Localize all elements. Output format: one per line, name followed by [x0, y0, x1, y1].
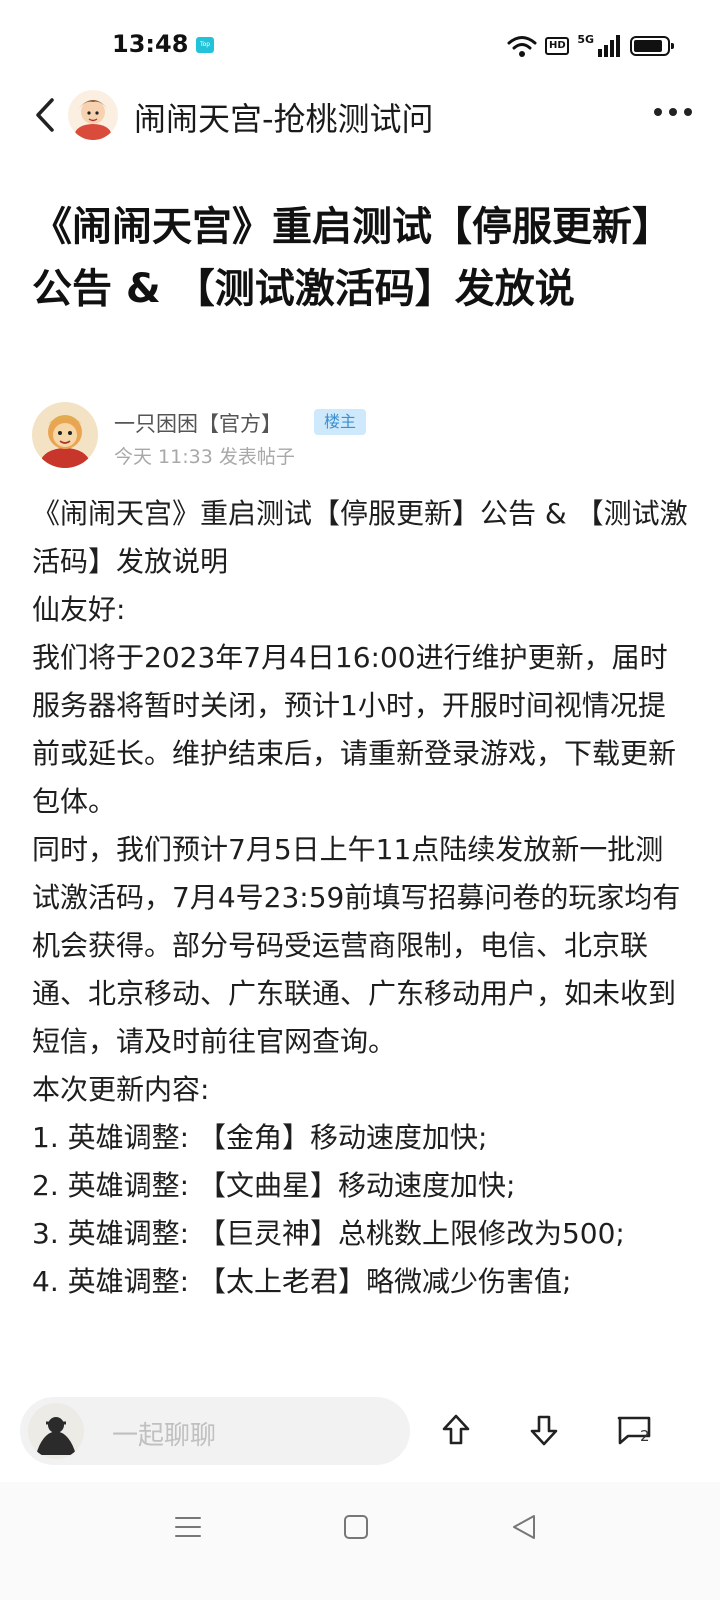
- body-paragraph: 本次更新内容:: [32, 1073, 210, 1106]
- body-paragraph: 仙友好:: [32, 593, 126, 626]
- user-avatar: [28, 1403, 84, 1459]
- app-header: 闹闹天宫-抢桃测试问: [0, 80, 720, 150]
- header-title: 闹闹天宫-抢桃测试问: [134, 100, 434, 138]
- menu-icon[interactable]: [170, 1509, 206, 1545]
- body-paragraph: 我们将于2023年7月4日16:00进行维护更新，届时服务器将暂时关闭，预计1小…: [32, 641, 677, 818]
- owner-badge: 楼主: [314, 409, 367, 435]
- bottom-action-bar: 一起聊聊 2: [0, 1380, 720, 1482]
- home-square-icon[interactable]: [338, 1509, 374, 1545]
- hd-icon: HD: [545, 37, 570, 55]
- arrow-down-icon[interactable]: [524, 1410, 564, 1450]
- game-avatar[interactable]: [68, 90, 118, 140]
- post-body: 《闹闹天宫》重启测试【停服更新】公告 & 【测试激活码】发放说明 仙友好: 我们…: [32, 490, 688, 1380]
- back-triangle-icon[interactable]: [506, 1509, 542, 1545]
- battery-icon: [630, 36, 674, 56]
- author-avatar[interactable]: [32, 402, 98, 468]
- body-list-item: 4. 英雄调整: 【太上老君】略微减少伤害值;: [32, 1265, 572, 1298]
- battery-level: [634, 40, 663, 52]
- comment-count: 2: [640, 1427, 650, 1445]
- body-list-item: 2. 英雄调整: 【文曲星】移动速度加快;: [32, 1169, 516, 1202]
- body-list-item: 3. 英雄调整: 【巨灵神】总桃数上限修改为500;: [32, 1217, 625, 1250]
- signal-icon: [598, 35, 620, 57]
- screen: 13:48 Top HD 5G 闹闹天宫-抢桃测试问 《闹闹天宫》重启测试【停服…: [0, 0, 720, 1600]
- more-horizontal-icon[interactable]: [654, 108, 692, 116]
- author-name[interactable]: 一只困困【官方】: [114, 408, 282, 438]
- post-title: 《闹闹天宫》重启测试【停服更新】公告 & 【测试激活码】发放说: [32, 204, 672, 312]
- wifi-icon: [507, 36, 537, 57]
- network-type-label: 5G: [577, 32, 594, 46]
- status-bar: 13:48 Top HD 5G: [0, 0, 720, 90]
- chat-input[interactable]: 一起聊聊: [20, 1397, 410, 1465]
- app-notification-icon: Top: [196, 37, 214, 53]
- chevron-left-icon[interactable]: [30, 96, 60, 134]
- body-list-item: 1. 英雄调整: 【金角】移动速度加快;: [32, 1121, 488, 1154]
- chat-placeholder: 一起聊聊: [112, 1421, 217, 1451]
- body-paragraph: 同时，我们预计7月5日上午11点陆续发放新一批测试激活码，7月4号23:59前填…: [32, 833, 681, 1058]
- body-paragraph: 《闹闹天宫》重启测试【停服更新】公告 & 【测试激活码】发放说明: [32, 497, 688, 578]
- arrow-up-icon[interactable]: [436, 1410, 476, 1450]
- status-icons: HD 5G: [507, 32, 674, 60]
- post-time: 今天 11:33 发表帖子: [114, 446, 295, 468]
- status-time: 13:48: [112, 30, 189, 58]
- system-nav-bar: [0, 1482, 720, 1600]
